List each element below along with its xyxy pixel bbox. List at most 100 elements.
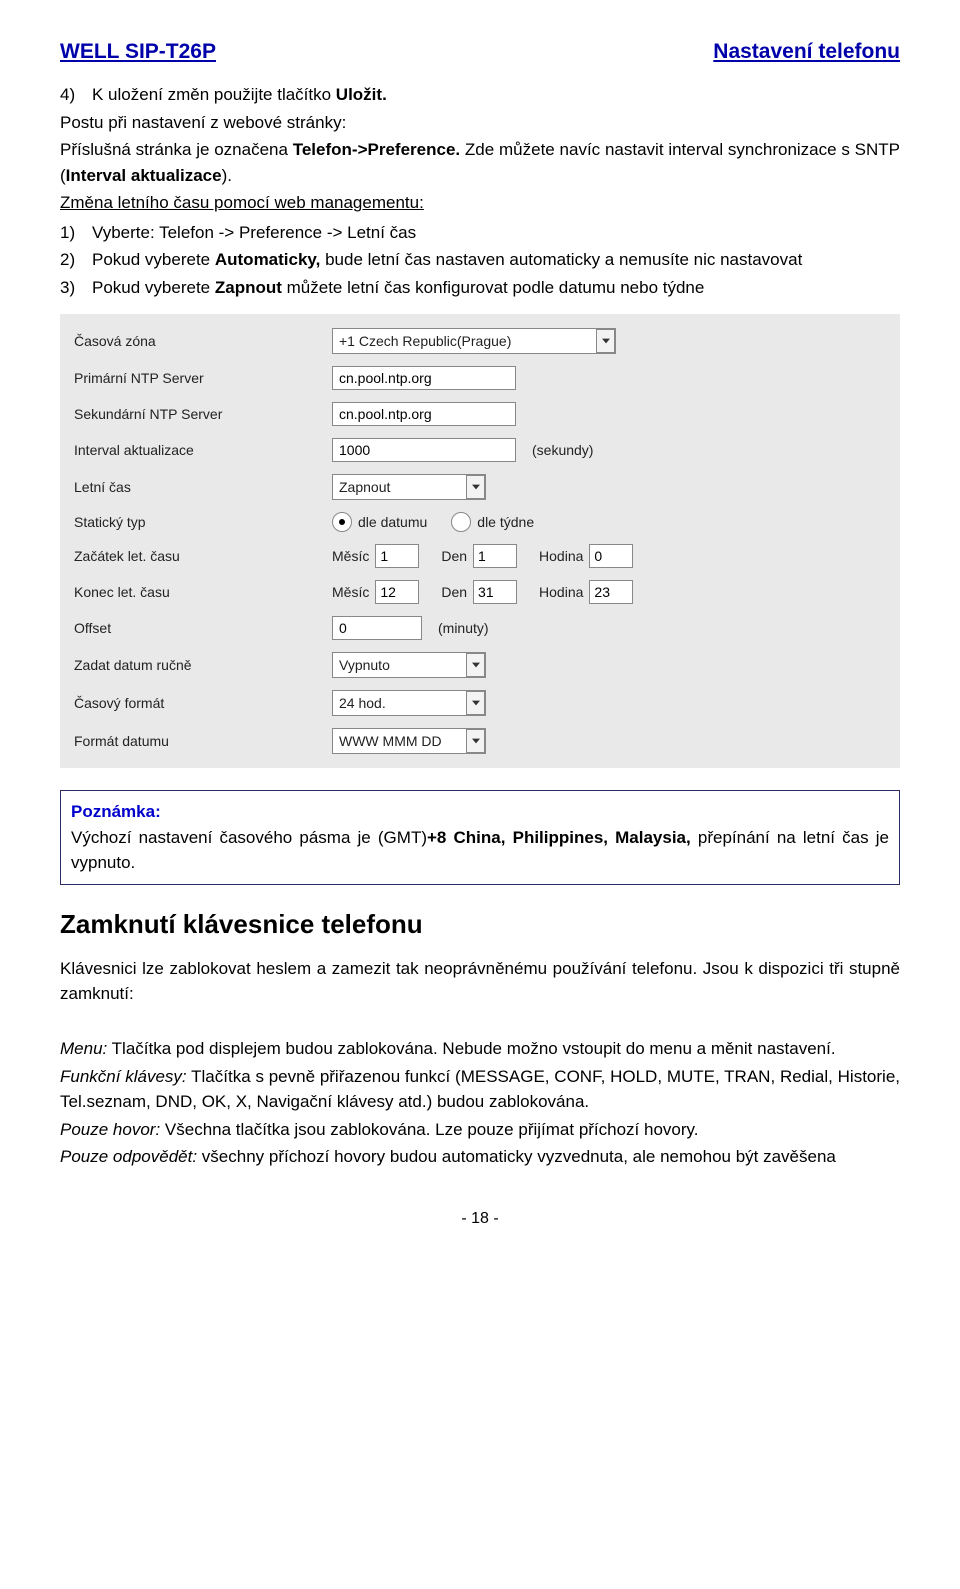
ol-text: Pokud vyberete Zapnout můžete letní čas … [92,275,900,301]
chevron-down-icon [466,653,485,677]
intro-block: 4) K uložení změn použijte tlačítko Ulož… [60,82,900,300]
text-bold: Zapnout [215,278,282,297]
lock-mode-label: Pouze hovor: [60,1120,160,1139]
radio-by-date[interactable] [332,512,352,532]
radio-by-date-label: dle datumu [358,514,427,530]
text-fragment: Výchozí nastavení časového pásma je (GMT… [71,828,427,847]
hour-label: Hodina [539,548,583,564]
ol-number: 3) [60,275,92,301]
text-fragment: Tlačítka s pevně přiřazenou funkcí (MESS… [60,1067,900,1112]
chevron-down-icon [466,729,485,753]
text-bold: Interval aktualizace [66,166,222,185]
select-value: +1 Czech Republic(Prague) [339,333,511,349]
lock-mode-func: Funkční klávesy: Tlačítka s pevně přiřaz… [60,1064,900,1115]
text-bold: Automaticky, [215,250,321,269]
input-end-hour[interactable] [589,580,633,604]
select-manual-date[interactable]: Vypnuto [332,652,486,678]
input-end-day[interactable] [473,580,517,604]
label-offset: Offset [74,620,332,636]
header-left: WELL SIP-T26P [60,40,216,64]
ol-number: 2) [60,247,92,273]
text-fragment: K uložení změn použijte tlačítko [92,85,336,104]
hour-label: Hodina [539,584,583,600]
select-value: Vypnuto [339,657,390,673]
text-fragment: Příslušná stránka je označena [60,140,293,159]
input-start-hour[interactable] [589,544,633,568]
radio-by-week[interactable] [451,512,471,532]
select-dst[interactable]: Zapnout [332,474,486,500]
ol-text: Pokud vyberete Automaticky, bude letní č… [92,247,900,273]
paragraph: Příslušná stránka je označena Telefon->P… [60,137,900,188]
month-label: Měsíc [332,584,369,600]
label-interval: Interval aktualizace [74,442,332,458]
label-timezone: Časová zóna [74,333,332,349]
paragraph: Změna letního času pomocí web management… [60,190,900,216]
note-title: Poznámka: [71,802,161,821]
lock-mode-label: Funkční klávesy: [60,1067,187,1086]
text-underline: Změna letního času pomocí web management… [60,193,424,212]
label-date-format: Formát datumu [74,733,332,749]
select-value: Zapnout [339,479,390,495]
radio-by-week-label: dle týdne [477,514,534,530]
input-interval[interactable] [332,438,516,462]
ordered-list: 1) Vyberte: Telefon -> Preference -> Let… [60,220,900,301]
text-bold: Uložit. [336,85,387,104]
text-fragment: bude letní čas nastaven automaticky a ne… [320,250,802,269]
text-fragment: Tlačítka pod displejem budou zablokována… [107,1039,835,1058]
ol-text: K uložení změn použijte tlačítko Uložit. [92,82,900,108]
interval-unit: (sekundy) [532,442,593,458]
ol-number: 4) [60,82,92,108]
note-box: Poznámka: Výchozí nastavení časového pás… [60,790,900,885]
label-manual-date: Zadat datum ručně [74,657,332,673]
month-label: Měsíc [332,548,369,564]
label-dst-end: Konec let. času [74,584,332,600]
page-header: WELL SIP-T26P Nastavení telefonu [60,40,900,64]
radio-dot [339,519,345,525]
ol-number: 1) [60,220,92,246]
text-fragment: Pokud vyberete [92,278,215,297]
input-offset[interactable] [332,616,422,640]
text-bold: +8 China, Philippines, Malaysia, [427,828,691,847]
lock-mode-answeronly: Pouze odpovědět: všechny příchozí hovory… [60,1144,900,1170]
text-fragment: Pokud vyberete [92,250,215,269]
input-start-month[interactable] [375,544,419,568]
note-body: Výchozí nastavení časového pásma je (GMT… [71,828,889,873]
lock-mode-label: Menu: [60,1039,107,1058]
label-static-type: Statický typ [74,514,332,530]
paragraph: Klávesnici lze zablokovat heslem a zamez… [60,956,900,1007]
header-right: Nastavení telefonu [713,40,900,64]
chevron-down-icon [466,475,485,499]
day-label: Den [441,548,467,564]
label-ntp2: Sekundární NTP Server [74,406,332,422]
input-ntp1[interactable] [332,366,516,390]
text-bold: Telefon->Preference. [293,140,460,159]
input-end-month[interactable] [375,580,419,604]
select-clock-format[interactable]: 24 hod. [332,690,486,716]
lock-mode-callonly: Pouze hovor: Všechna tlačítka jsou zablo… [60,1117,900,1143]
text-fragment: ). [222,166,232,185]
input-ntp2[interactable] [332,402,516,426]
chevron-down-icon [466,691,485,715]
lock-mode-menu: Menu: Tlačítka pod displejem budou zablo… [60,1036,900,1062]
offset-unit: (minuty) [438,620,489,636]
text-fragment: můžete letní čas konfigurovat podle datu… [282,278,704,297]
settings-form-panel: Časová zóna +1 Czech Republic(Prague) Pr… [60,314,900,768]
page-number: - 18 - [60,1210,900,1228]
label-ntp1: Primární NTP Server [74,370,332,386]
select-value: 24 hod. [339,695,386,711]
section-title-keypad-lock: Zamknutí klávesnice telefonu [60,909,900,940]
section2-body: Klávesnici lze zablokovat heslem a zamez… [60,956,900,1170]
text-fragment: Všechna tlačítka jsou zablokována. Lze p… [160,1120,698,1139]
select-value: WWW MMM DD [339,733,442,749]
input-start-day[interactable] [473,544,517,568]
select-timezone[interactable]: +1 Czech Republic(Prague) [332,328,616,354]
select-date-format[interactable]: WWW MMM DD [332,728,486,754]
day-label: Den [441,584,467,600]
label-dst-start: Začátek let. času [74,548,332,564]
paragraph: Postu při nastavení z webové stránky: [60,110,900,136]
ol-text: Vyberte: Telefon -> Preference -> Letní … [92,220,900,246]
text-fragment: všechny příchozí hovory budou automatick… [197,1147,836,1166]
lock-mode-label: Pouze odpovědět: [60,1147,197,1166]
label-dst: Letní čas [74,479,332,495]
chevron-down-icon [596,329,615,353]
